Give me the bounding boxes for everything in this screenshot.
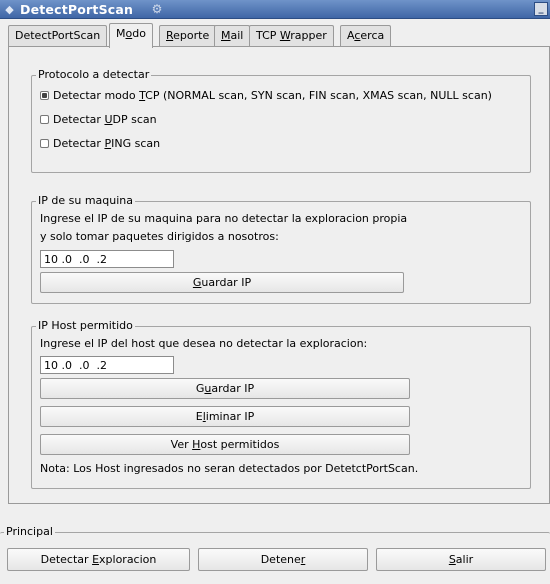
- ip-maquina-description-line1: Ingrese el IP de su maquina para no dete…: [40, 212, 408, 225]
- button-label-pre: Detene: [260, 553, 301, 566]
- detener-button[interactable]: Detener: [198, 548, 368, 571]
- guardar-ip-host-button[interactable]: Guardar IP: [40, 378, 410, 399]
- radio-label-post: ING scan: [111, 137, 161, 150]
- tab-modo[interactable]: Modo: [109, 23, 153, 48]
- group-protocolo-legend: Protocolo a detectar: [36, 68, 152, 82]
- button-label-post: xploracion: [99, 553, 157, 566]
- button-label-pre: Ver: [170, 438, 193, 451]
- app-icon: ◆: [5, 3, 14, 16]
- group-ip-maquina-legend: IP de su maquina: [36, 194, 135, 208]
- radio-label-post: DP scan: [112, 113, 157, 126]
- button-label-pre: E: [195, 410, 203, 423]
- ip-maquina-input[interactable]: [40, 250, 174, 268]
- detectar-exploracion-button[interactable]: Detectar Exploracion: [7, 548, 190, 571]
- radio-tcp[interactable]: Detectar modo TCP (NORMAL scan, SYN scan…: [40, 89, 492, 103]
- radio-unchecked-icon: [40, 115, 49, 124]
- button-label-post: iminar IP: [205, 410, 255, 423]
- ver-host-permitidos-button[interactable]: Ver Host permitidos: [40, 434, 410, 455]
- group-ip-host-legend: IP Host permitido: [36, 319, 135, 333]
- tab-label-pre: TCP: [256, 29, 280, 42]
- tab-tcp-wrapper[interactable]: TCP Wrapper: [249, 25, 334, 47]
- ip-host-description: Ingrese el IP del host que desea no dete…: [40, 337, 368, 350]
- tab-label-post: ail: [230, 29, 244, 42]
- tab-label-pre: M: [116, 27, 126, 40]
- button-label-mnemonic: E: [92, 553, 100, 566]
- radio-label-pre: Detectar: [53, 113, 105, 126]
- guardar-ip-maquina-button[interactable]: Guardar IP: [40, 272, 404, 293]
- button-label-post: uardar IP: [201, 276, 252, 289]
- radio-label-pre: Detectar: [53, 137, 105, 150]
- group-protocolo: Protocolo a detectar Detectar modo TCP (…: [31, 68, 531, 173]
- ip-host-note: Nota: Los Host ingresados no seran detec…: [40, 462, 419, 475]
- button-label-mnemonic: r: [300, 553, 306, 566]
- tab-label-mnemonic: M: [221, 29, 231, 42]
- ip-maquina-description-line2: y solo tomar paquetes dirigidos a nosotr…: [40, 230, 279, 243]
- eliminar-ip-button[interactable]: Eliminar IP: [40, 406, 410, 427]
- group-ip-host: IP Host permitido Ingrese el IP del host…: [31, 319, 531, 489]
- button-label-post: ost permitidos: [200, 438, 280, 451]
- tab-label-post: rapper: [290, 29, 327, 42]
- ip-host-input[interactable]: [40, 356, 174, 374]
- tab-label-mnemonic: W: [279, 29, 291, 42]
- tab-acerca[interactable]: Acerca: [340, 25, 392, 47]
- tab-reporte[interactable]: Reporte: [159, 25, 217, 47]
- salir-button[interactable]: Salir: [376, 548, 546, 571]
- radio-checked-icon: [40, 91, 49, 100]
- tab-panel-modo: Protocolo a detectar Detectar modo TCP (…: [8, 46, 550, 504]
- radio-label-mnemonic: U: [104, 113, 113, 126]
- radio-label-post: CP (NORMAL scan, SYN scan, FIN scan, XMA…: [145, 89, 492, 102]
- tab-label-post: erca: [360, 29, 385, 42]
- group-principal-legend: Principal: [4, 525, 55, 539]
- radio-ping[interactable]: Detectar PING scan: [40, 137, 160, 151]
- button-label-post: ardar IP: [211, 382, 255, 395]
- tab-mail[interactable]: Mail: [214, 25, 251, 47]
- radio-unchecked-icon: [40, 139, 49, 148]
- tool-icon: ⚙: [151, 2, 163, 16]
- button-label-pre: Detectar: [40, 553, 93, 566]
- button-label-post: alir: [455, 553, 474, 566]
- group-principal: Principal Detectar Exploracion Detener S…: [0, 525, 550, 584]
- window-title: DetectPortScan: [20, 2, 134, 17]
- button-label-mnemonic: S: [448, 553, 456, 566]
- tab-label-post: do: [132, 27, 146, 40]
- title-bar: ◆ DetectPortScan ⚙ _: [0, 0, 550, 19]
- tab-detectportscan[interactable]: DetectPortScan: [8, 25, 108, 47]
- minimize-button[interactable]: _: [534, 2, 548, 16]
- tab-label: DetectPortScan: [15, 29, 101, 42]
- tab-label-post: eporte: [173, 29, 210, 42]
- group-ip-maquina: IP de su maquina Ingrese el IP de su maq…: [31, 194, 531, 304]
- radio-label-pre: Detectar modo: [53, 89, 140, 102]
- radio-udp[interactable]: Detectar UDP scan: [40, 113, 157, 127]
